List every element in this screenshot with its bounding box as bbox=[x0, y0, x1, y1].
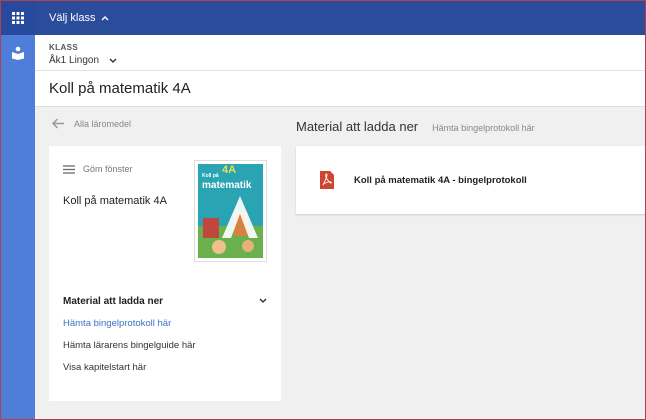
back-link-label: Alla läromedel bbox=[74, 118, 132, 129]
page-title: Koll på matematik 4A bbox=[49, 80, 191, 97]
hide-panel-label: Göm fönster bbox=[83, 164, 133, 174]
materials-subheading: Hämta bingelprotokoll här bbox=[432, 123, 535, 133]
class-select-value: Åk1 Lingon bbox=[49, 55, 100, 66]
cover-line2: matematik bbox=[202, 180, 252, 191]
materials-links: Hämta bingelprotokoll här Hämta lärarens… bbox=[63, 318, 196, 384]
apps-button[interactable] bbox=[0, 0, 35, 35]
cover-grade: 4A bbox=[222, 164, 237, 176]
link-kapitelstart[interactable]: Visa kapitelstart här bbox=[63, 362, 196, 373]
chevron-down-icon bbox=[109, 58, 117, 64]
materials-header: Material att ladda ner Hämta bingelproto… bbox=[296, 119, 535, 134]
class-picker[interactable]: Välj klass bbox=[35, 0, 646, 35]
book-user-icon bbox=[11, 46, 24, 60]
materials-heading: Material att ladda ner bbox=[296, 119, 419, 134]
teaching-material-nav[interactable] bbox=[0, 38, 35, 68]
apps-grid-icon bbox=[11, 11, 24, 24]
chevron-down-icon bbox=[259, 296, 267, 307]
book-cover: 4A Koll på matematik bbox=[194, 160, 267, 262]
arrow-left-icon bbox=[52, 118, 65, 129]
pdf-icon bbox=[320, 171, 334, 189]
document-name: Koll på matematik 4A - bingelprotokoll bbox=[354, 174, 527, 186]
document-item[interactable]: Koll på matematik 4A - bingelprotokoll bbox=[296, 146, 646, 214]
materials-section-toggle[interactable]: Material att ladda ner bbox=[63, 296, 267, 307]
hide-panel-button[interactable]: Göm fönster bbox=[63, 164, 133, 174]
link-bingelguide[interactable]: Hämta lärarens bingelguide här bbox=[63, 340, 196, 351]
link-bingelprotokoll[interactable]: Hämta bingelprotokoll här bbox=[63, 318, 196, 329]
class-select[interactable]: Åk1 Lingon bbox=[49, 55, 632, 66]
product-title: Koll på matematik 4A bbox=[63, 195, 167, 207]
materials-section-title: Material att ladda ner bbox=[63, 296, 164, 307]
product-card: Göm fönster Koll på matematik 4A 4A Koll… bbox=[49, 146, 281, 401]
chevron-up-icon bbox=[101, 15, 109, 21]
class-picker-label: Välj klass bbox=[49, 11, 96, 24]
hamburger-menu-icon bbox=[63, 164, 75, 174]
back-link[interactable]: Alla läromedel bbox=[52, 118, 131, 129]
cover-line1: Koll på bbox=[202, 173, 219, 179]
title-bar: Koll på matematik 4A bbox=[35, 71, 646, 107]
class-bar: KLASS Åk1 Lingon bbox=[35, 35, 646, 71]
side-rail bbox=[0, 0, 35, 420]
class-label: KLASS bbox=[49, 43, 79, 52]
